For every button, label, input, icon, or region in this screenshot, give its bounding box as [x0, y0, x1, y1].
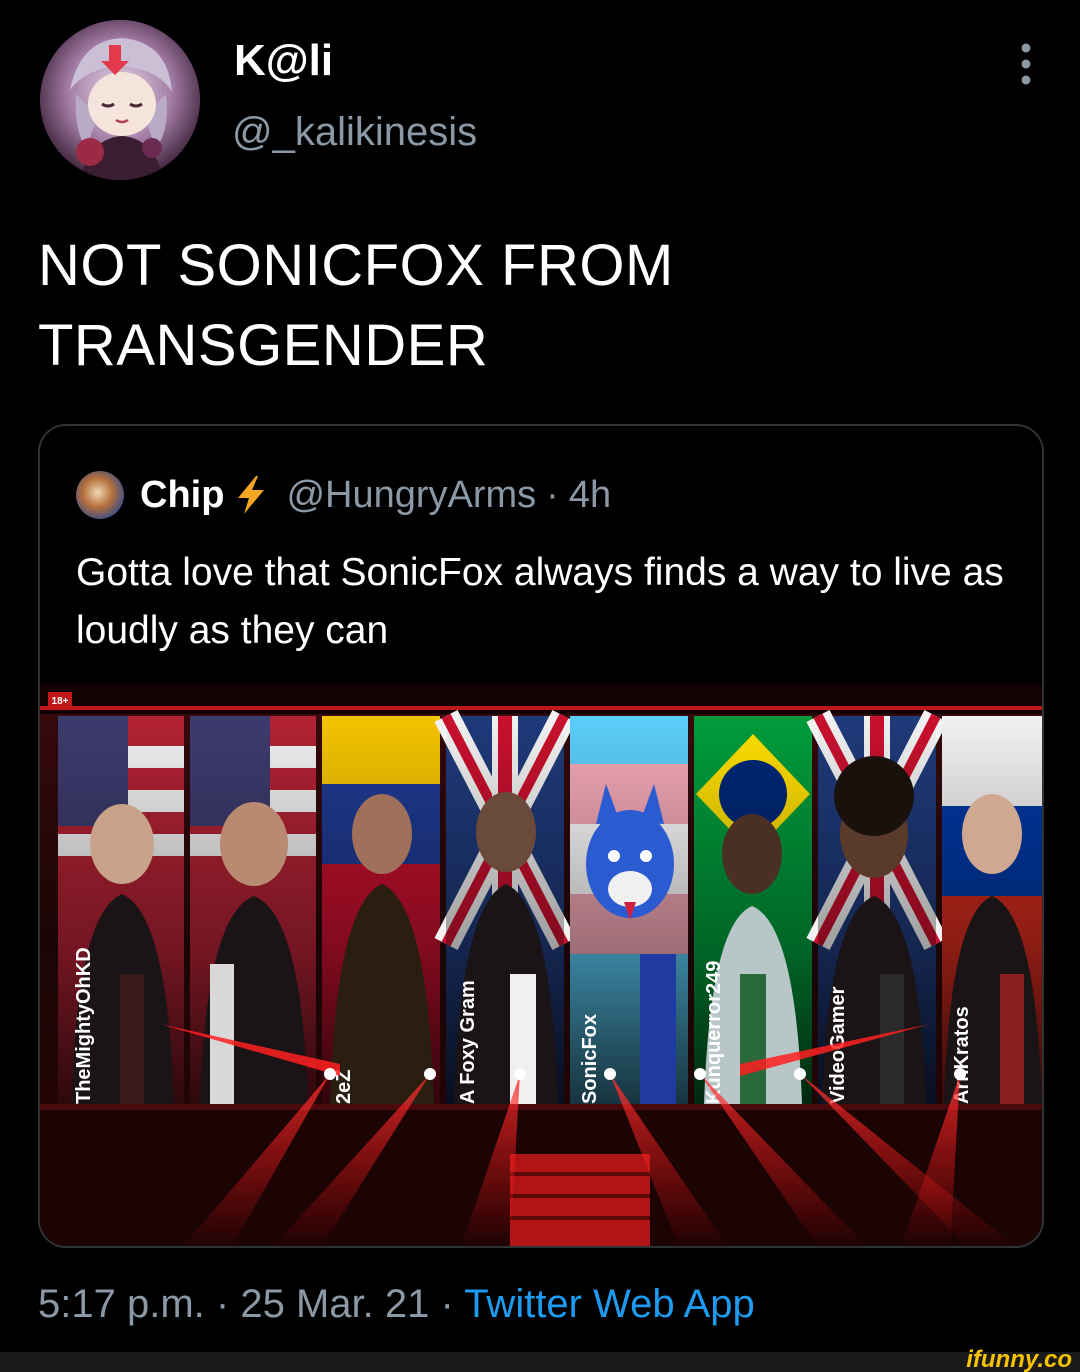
more-options-icon[interactable] — [1018, 42, 1034, 86]
quoted-tweet-text: Gotta love that SonicFox always finds a … — [76, 551, 1004, 652]
quoted-author-handle[interactable]: @HungryArms — [286, 474, 536, 517]
quoted-author-name[interactable]: Chip — [140, 474, 224, 517]
separator-dot: · — [215, 1282, 230, 1326]
player-name: TheMightyOhKD — [73, 947, 95, 1104]
tweet-metadata: 5:17 p.m. · 25 Mar. 21 · Twitter Web App — [38, 1282, 755, 1327]
stage-photo: 18+ TheMightyOhKD 2eZ A Foxy Gram SonicF… — [40, 684, 1042, 1246]
tweet-screen: K@li @_kalikinesis NOT SONICFOX FROM TRA… — [0, 0, 1080, 1372]
player-name: A Foxy Gram — [457, 980, 479, 1104]
tweet-text-line: NOT SONICFOX FROM — [38, 233, 674, 298]
separator-dot: · — [440, 1282, 454, 1326]
quoted-author-avatar[interactable] — [76, 471, 124, 519]
separator-dot: · — [546, 473, 559, 516]
quoted-tweet-time[interactable]: 4h — [569, 474, 611, 517]
quoted-tweet-header: Chip @HungryArms · 4h — [76, 470, 611, 520]
tweet-text-line: TRANSGENDER — [38, 313, 489, 378]
watermark-bar — [0, 1352, 1080, 1372]
tweet-text: NOT SONICFOX FROM TRANSGENDER — [38, 226, 1038, 386]
tweet-date[interactable]: 25 Mar. 21 — [240, 1282, 429, 1326]
author-avatar[interactable] — [40, 20, 200, 180]
tweet-source-link[interactable]: Twitter Web App — [464, 1282, 755, 1326]
player-name: SonicFox — [579, 1014, 601, 1104]
author-display-name[interactable]: K@li — [234, 36, 333, 86]
watermark-logo: ifunny.co — [966, 1346, 1072, 1372]
player-name: ArnKratos — [951, 1006, 973, 1104]
quoted-tweet-media-image[interactable]: 18+ TheMightyOhKD 2eZ A Foxy Gram SonicF… — [40, 684, 1042, 1246]
age-badge: 18+ — [52, 696, 69, 707]
quoted-tweet-card[interactable]: Chip @HungryArms · 4h Gotta love that So… — [38, 424, 1044, 1248]
anime-avatar-illustration — [40, 20, 200, 180]
tweet-time[interactable]: 5:17 p.m. — [38, 1282, 205, 1326]
lightning-bolt-icon — [238, 476, 265, 514]
author-handle[interactable]: @_kalikinesis — [232, 110, 477, 155]
